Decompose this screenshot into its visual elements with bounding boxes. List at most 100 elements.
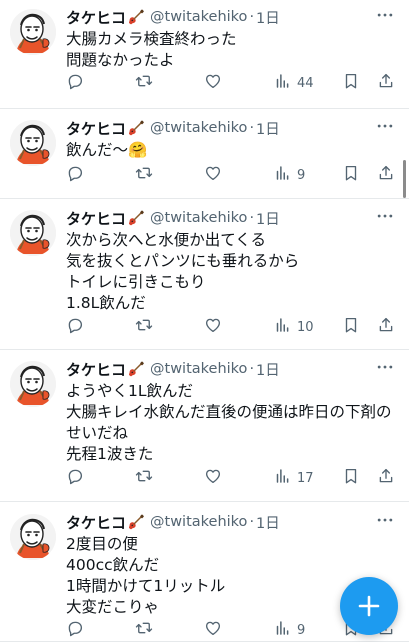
like-icon [204, 467, 222, 489]
bookmark-button[interactable] [342, 467, 364, 489]
bookmark-icon [342, 316, 360, 338]
more-icon[interactable] [375, 206, 395, 226]
author-handle[interactable]: @twitakehiko [150, 361, 247, 377]
timestamp[interactable]: 1日 [256, 208, 280, 229]
views-count: 9 [297, 167, 306, 183]
author-handle[interactable]: @twitakehiko [150, 514, 247, 530]
views-icon [273, 164, 291, 186]
views-button[interactable]: 44 [273, 72, 329, 94]
share-icon [377, 72, 395, 94]
more-icon[interactable] [375, 510, 395, 530]
views-button[interactable]: 10 [273, 316, 329, 338]
share-button[interactable] [377, 316, 399, 338]
reply-icon [66, 316, 84, 338]
tweet[interactable]: タケヒコ @twitakehiko · 1日 大腸カメラ検査終わった 問題なかっ… [0, 0, 409, 109]
share-button[interactable] [377, 467, 399, 489]
share-button[interactable] [377, 72, 399, 94]
views-button[interactable]: 17 [273, 467, 329, 489]
retweet-icon [135, 467, 153, 489]
author-name[interactable]: タケヒコ [66, 512, 126, 533]
guitar-icon [127, 513, 145, 531]
more-icon[interactable] [375, 5, 395, 25]
author-name[interactable]: タケヒコ [66, 208, 126, 229]
timestamp[interactable]: 1日 [256, 512, 280, 533]
separator-dot: · [249, 9, 255, 25]
bookmark-button[interactable] [342, 72, 364, 94]
retweet-button[interactable] [135, 467, 191, 489]
share-button[interactable] [377, 164, 399, 186]
reply-button[interactable] [66, 316, 122, 338]
tweet-text: 大腸カメラ検査終わった 問題なかったよ [66, 30, 237, 69]
author-handle[interactable]: @twitakehiko [150, 120, 247, 136]
caricature-avatar-icon[interactable] [10, 361, 56, 407]
like-icon [204, 164, 222, 186]
author-name[interactable]: タケヒコ [66, 359, 126, 380]
reply-icon [66, 164, 84, 186]
bookmark-icon [342, 467, 360, 489]
action-bar: 17 [66, 467, 399, 489]
tweet-header: タケヒコ @twitakehiko · 1日 [66, 116, 395, 140]
author-name[interactable]: タケヒコ [66, 118, 126, 139]
guitar-icon [127, 360, 145, 378]
reply-icon [66, 467, 84, 489]
reply-button[interactable] [66, 467, 122, 489]
caricature-avatar-icon[interactable] [10, 210, 56, 256]
compose-plus-icon [358, 595, 380, 617]
views-button[interactable]: 9 [273, 164, 329, 186]
bookmark-button[interactable] [342, 164, 364, 186]
tweet-text: 次から次へと水便か出てくる 気を抜くとパンツにも垂れるから トイレに引きこもり … [66, 231, 300, 312]
more-icon[interactable] [375, 357, 395, 377]
tweet[interactable]: タケヒコ @twitakehiko · 1日 飲んだ〜🤗 9 [0, 109, 409, 199]
author-name[interactable]: タケヒコ [66, 7, 126, 28]
separator-dot: · [249, 514, 255, 530]
views-count: 44 [297, 75, 314, 91]
reply-icon [66, 72, 84, 94]
more-icon[interactable] [375, 116, 395, 136]
views-button[interactable]: 9 [273, 619, 329, 641]
guitar-icon [127, 209, 145, 227]
like-button[interactable] [204, 619, 260, 641]
retweet-icon [135, 316, 153, 338]
like-button[interactable] [204, 72, 260, 94]
caricature-avatar-icon[interactable] [10, 9, 56, 55]
tweet-header: タケヒコ @twitakehiko · 1日 [66, 510, 395, 534]
like-button[interactable] [204, 467, 260, 489]
guitar-icon [127, 8, 145, 26]
bookmark-button[interactable] [342, 316, 364, 338]
bookmark-icon [342, 72, 360, 94]
timestamp[interactable]: 1日 [256, 359, 280, 380]
author-handle[interactable]: @twitakehiko [150, 210, 247, 226]
like-button[interactable] [204, 316, 260, 338]
reply-icon [66, 619, 84, 641]
retweet-icon [135, 164, 153, 186]
action-bar: 9 [66, 164, 399, 186]
timestamp[interactable]: 1日 [256, 7, 280, 28]
reply-button[interactable] [66, 164, 122, 186]
retweet-button[interactable] [135, 619, 191, 641]
tweet[interactable]: タケヒコ @twitakehiko · 1日 ようやく1L飲んだ 大腸キレイ水飲… [0, 350, 409, 502]
retweet-button[interactable] [135, 72, 191, 94]
tweet-text: 飲んだ〜🤗 [66, 141, 148, 159]
tweet[interactable]: タケヒコ @twitakehiko · 1日 次から次へと水便か出てくる 気を抜… [0, 199, 409, 350]
tweet-header: タケヒコ @twitakehiko · 1日 [66, 206, 395, 230]
reply-button[interactable] [66, 72, 122, 94]
like-button[interactable] [204, 164, 260, 186]
action-bar: 44 [66, 72, 399, 94]
separator-dot: · [249, 361, 255, 377]
bookmark-icon [342, 164, 360, 186]
retweet-button[interactable] [135, 164, 191, 186]
caricature-avatar-icon[interactable] [10, 120, 56, 166]
timestamp[interactable]: 1日 [256, 118, 280, 139]
retweet-icon [135, 72, 153, 94]
scrollbar[interactable] [403, 160, 406, 198]
compose-button[interactable] [340, 577, 398, 635]
author-handle[interactable]: @twitakehiko [150, 9, 247, 25]
retweet-button[interactable] [135, 316, 191, 338]
tweet-text: ようやく1L飲んだ 大腸キレイ水飲んだ直後の便通は昨日の下剤のせいだね 先程1波… [66, 382, 392, 463]
separator-dot: · [249, 120, 255, 136]
caricature-avatar-icon[interactable] [10, 514, 56, 560]
views-count: 9 [297, 622, 306, 638]
views-icon [273, 619, 291, 641]
reply-button[interactable] [66, 619, 122, 641]
retweet-icon [135, 619, 153, 641]
